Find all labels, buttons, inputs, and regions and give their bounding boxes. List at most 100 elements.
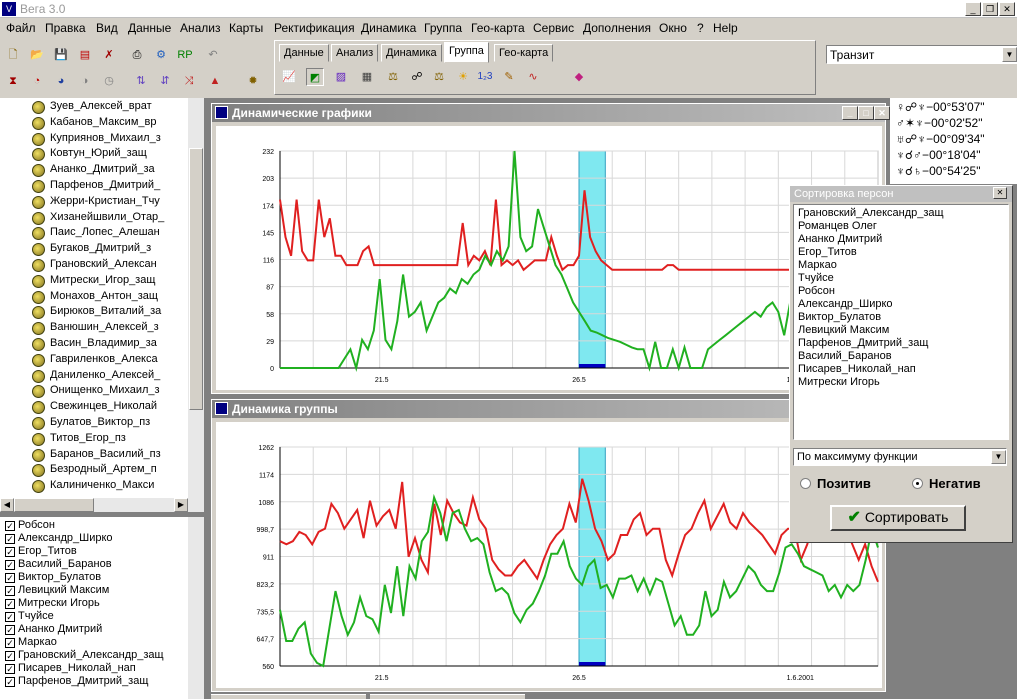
tab-analysis[interactable]: Анализ [331, 44, 379, 62]
chevron-down-icon[interactable]: ▼ [1002, 47, 1017, 62]
criterion-select[interactable]: По максимуму функции ▼ [793, 448, 1007, 466]
person-item[interactable]: Кабанов_Максим_вр [32, 116, 156, 130]
bottom-tab-2[interactable] [370, 694, 525, 699]
delete-icon[interactable]: ✗ [100, 46, 118, 64]
persons-scrollbar[interactable] [188, 98, 204, 498]
minimize-button[interactable]: _ [965, 2, 981, 16]
tab-geomap[interactable]: Гео-карта [494, 44, 554, 62]
tab-data[interactable]: Данные [279, 44, 329, 62]
person-item[interactable]: Безродный_Артем_п [32, 463, 157, 478]
checkbox[interactable]: ✓ [5, 651, 15, 661]
balance-icon[interactable]: ⚖ [430, 68, 448, 86]
checked-item[interactable]: ✓ Тчуйсе [5, 610, 54, 622]
person-item[interactable]: Хизанейшвили_Отар_ [32, 211, 164, 225]
menu-window[interactable]: Окно [659, 21, 687, 35]
checked-item[interactable]: ✓ Писарев_Николай_нап [5, 662, 136, 674]
checkbox[interactable]: ✓ [5, 664, 15, 674]
sort-item[interactable]: Митрески Игорь [798, 376, 880, 388]
clock-grey-icon[interactable]: ◑ [76, 72, 94, 90]
checkbox[interactable]: ✓ [5, 560, 15, 570]
win-minimize-button[interactable]: _ [842, 106, 858, 120]
person-item[interactable]: Грановский_Алексан [32, 258, 157, 272]
menu-rectification[interactable]: Ректификация [274, 21, 355, 35]
checked-scrollbar[interactable] [188, 517, 204, 699]
checked-item[interactable]: ✓ Левицкий Максим [5, 584, 109, 596]
sun-icon[interactable]: ☀ [454, 68, 472, 86]
scroll-right-icon[interactable]: ▶ [174, 498, 188, 512]
tab-dynamics[interactable]: Динамика [381, 44, 442, 62]
swap-icon[interactable]: ⇵ [156, 72, 174, 90]
checked-item[interactable]: ✓ Александр_Ширко [5, 532, 113, 544]
menu-dynamics[interactable]: Динамика [361, 21, 416, 35]
menu-view[interactable]: Вид [96, 21, 118, 35]
tab-group[interactable]: Группа [444, 42, 489, 63]
print-icon[interactable]: ⎙ [128, 46, 146, 64]
scroll-left-icon[interactable]: ◀ [0, 498, 14, 512]
person-item[interactable]: Булатов_Виктор_пз [32, 416, 150, 430]
menu-help[interactable]: Help [713, 21, 738, 35]
hscroll-thumb[interactable] [14, 498, 94, 512]
sort-item[interactable]: Егор_Титов [798, 246, 857, 258]
menu-about[interactable]: ? [697, 21, 704, 35]
sort-item[interactable]: Василий_Баранов [798, 350, 892, 362]
person-item[interactable]: Гавриленков_Алекса [32, 353, 158, 367]
menu-service[interactable]: Сервис [533, 21, 574, 35]
gradient-icon[interactable]: ▨ [332, 68, 350, 86]
menu-geomap[interactable]: Гео-карта [471, 21, 525, 35]
sort-icon[interactable]: ⇅ [132, 72, 150, 90]
win-close-button[interactable]: ✕ [874, 106, 890, 120]
person-item[interactable]: Бугаков_Дмитрий_з [32, 242, 151, 257]
sort-item[interactable]: Ананко Дмитрий [798, 233, 882, 245]
checked-item[interactable]: ✓ Василий_Баранов [5, 558, 112, 570]
person-item[interactable]: Паис_Лопес_Алешан [32, 226, 160, 241]
chart-new-icon[interactable]: ▤ [76, 46, 94, 64]
menu-group[interactable]: Группа [424, 21, 462, 35]
wheel-icon[interactable]: ✹ [244, 72, 262, 90]
checkbox[interactable]: ✓ [5, 599, 15, 609]
pencil-icon[interactable]: ✎ [500, 68, 518, 86]
person-item[interactable]: Зуев_Алексей_врат [32, 100, 152, 114]
checkbox[interactable]: ✓ [5, 625, 15, 635]
transit-select[interactable]: Транзит ▼ [826, 45, 1017, 64]
menu-edit[interactable]: Правка [45, 21, 86, 35]
menu-data[interactable]: Данные [128, 21, 171, 35]
palette-icon[interactable]: ▦ [358, 68, 376, 86]
radio-negative[interactable]: Негатив [912, 476, 981, 491]
person-item[interactable]: Ананко_Дмитрий_за [32, 163, 155, 178]
checked-item[interactable]: ✓ Егор_Титов [5, 545, 77, 557]
sort-button[interactable]: ✔ Сортировать [830, 505, 966, 531]
chart-line-icon[interactable]: 📈 [280, 68, 298, 86]
triangle-icon[interactable]: ▲ [206, 72, 224, 90]
chart-box-icon[interactable]: ◩ [306, 68, 324, 86]
menu-charts[interactable]: Карты [229, 21, 263, 35]
person-item[interactable]: Титов_Егор_пз [32, 432, 126, 446]
sort-item[interactable]: Робсон [798, 285, 835, 297]
close-button[interactable]: ✕ [999, 2, 1015, 16]
person-item[interactable]: Митрески_Игор_защ [32, 274, 155, 288]
checkbox[interactable]: ✓ [5, 677, 15, 687]
radio-positive[interactable]: Позитив [800, 476, 871, 491]
hourglass-icon[interactable]: ⧗ [4, 72, 22, 90]
aspect-icon[interactable]: ☍ [408, 68, 426, 86]
checked-item[interactable]: ✓ Виктор_Булатов [5, 571, 101, 583]
checkbox[interactable]: ✓ [5, 534, 15, 544]
person-item[interactable]: Бирюков_Виталий_за [32, 305, 161, 320]
checkbox[interactable]: ✓ [5, 573, 15, 583]
checked-item[interactable]: ✓ Митрески Игорь [5, 597, 100, 609]
person-item[interactable]: Жерри-Кристиан_Тчу [32, 195, 160, 209]
sort-close-button[interactable]: ✕ [993, 187, 1007, 199]
checked-item[interactable]: ✓ Робсон [5, 519, 55, 531]
book-icon[interactable]: ◆ [570, 68, 588, 86]
person-item[interactable]: Ковтун_Юрий_защ [32, 147, 147, 162]
menu-addons[interactable]: Дополнения [583, 21, 651, 35]
sort-item[interactable]: Маркао [798, 259, 837, 271]
menu-file[interactable]: Файл [6, 21, 36, 35]
sort-item[interactable]: Писарев_Николай_нап [798, 363, 916, 375]
person-item[interactable]: Куприянов_Михаил_з [32, 132, 161, 146]
sort-item[interactable]: Александр_Ширко [798, 298, 893, 310]
checkbox[interactable]: ✓ [5, 612, 15, 622]
scales-icon[interactable]: ⚖ [384, 68, 402, 86]
numbers-icon[interactable]: 1₂3 [476, 68, 494, 86]
sort-item[interactable]: Виктор_Булатов [798, 311, 881, 323]
checked-item[interactable]: ✓ Грановский_Александр_защ [5, 649, 164, 661]
